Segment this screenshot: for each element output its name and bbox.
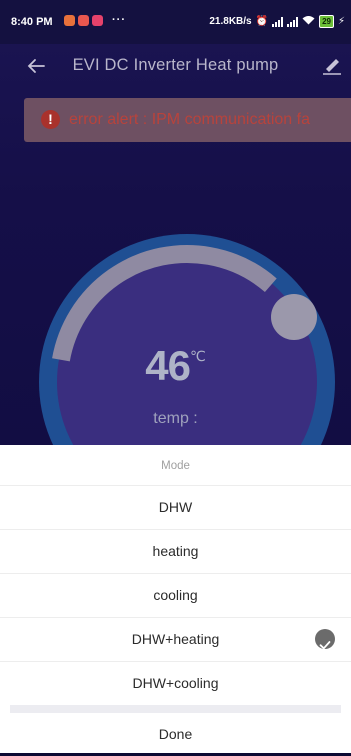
alert-exclamation-icon: ! <box>41 110 60 129</box>
status-time: 8:40 PM <box>11 16 53 28</box>
mode-option-heating[interactable]: heating <box>0 530 351 574</box>
notification-icons: ··· <box>64 14 126 26</box>
temperature-unit: ℃ <box>189 348 206 364</box>
photos-app-icon <box>78 14 89 26</box>
page-title: EVI DC Inverter Heat pump <box>72 56 279 74</box>
error-alert-text: error alert : IPM communication fa <box>69 111 310 128</box>
temp-label: temp : <box>153 410 198 427</box>
gauge-slider-knob[interactable] <box>271 294 317 340</box>
mode-bottom-sheet: Mode DHW heating cooling DHW+heating DHW… <box>0 445 351 753</box>
device-screen: 8:40 PM ··· 21.8KB/s ⏰ 29 ⚡ EVI DC Inver… <box>0 0 351 445</box>
mode-option-dhw[interactable]: DHW <box>0 486 351 530</box>
checkmark-icon <box>315 629 335 650</box>
status-indicators: 21.8KB/s ⏰ 29 ⚡ <box>209 15 345 28</box>
mode-option-cooling[interactable]: cooling <box>0 574 351 618</box>
more-notifications-icon: ··· <box>112 14 126 26</box>
option-label: cooling <box>153 587 198 603</box>
option-label: DHW+cooling <box>132 675 219 691</box>
signal-icon-2 <box>287 16 299 27</box>
done-button[interactable]: Done <box>0 713 351 756</box>
charging-icon: ⚡ <box>337 16 345 27</box>
edit-pencil-icon[interactable] <box>321 55 343 77</box>
mail-app-icon <box>64 14 75 26</box>
sheet-divider <box>10 705 341 713</box>
mode-option-dhw-cooling[interactable]: DHW+cooling <box>0 662 351 705</box>
messages-app-icon <box>92 14 103 26</box>
app-header: EVI DC Inverter Heat pump <box>0 46 351 86</box>
alarm-icon: ⏰ <box>255 16 269 27</box>
mode-option-dhw-heating[interactable]: DHW+heating <box>0 618 351 662</box>
option-label: heating <box>152 543 199 559</box>
network-speed: 21.8KB/s <box>209 16 252 27</box>
status-bar: 8:40 PM ··· 21.8KB/s ⏰ 29 ⚡ <box>0 0 351 44</box>
battery-icon: 29 <box>319 15 334 28</box>
error-alert-banner[interactable]: ! error alert : IPM communication fa <box>24 98 351 142</box>
current-temperature: 46℃ <box>0 342 351 390</box>
wifi-icon <box>302 15 315 28</box>
option-label: DHW+heating <box>131 631 220 647</box>
signal-icon-1 <box>272 16 284 27</box>
sheet-title: Mode <box>0 445 351 486</box>
temperature-value: 46 <box>145 342 191 389</box>
option-label: DHW <box>158 499 193 515</box>
